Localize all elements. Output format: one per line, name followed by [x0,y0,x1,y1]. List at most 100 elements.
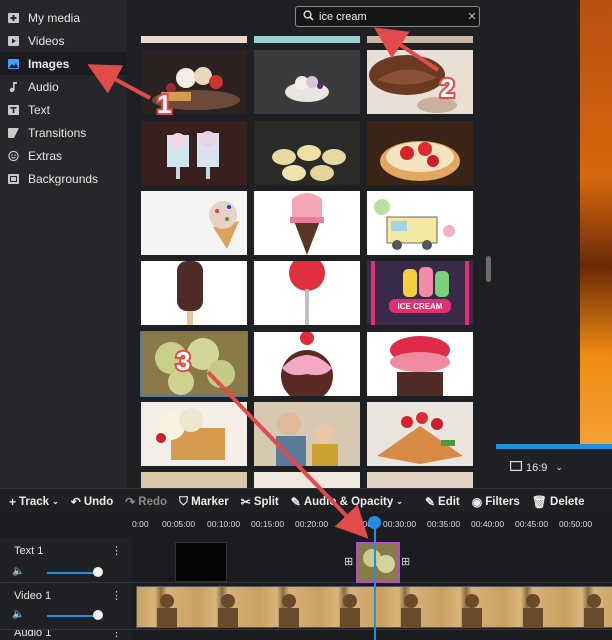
timeline-tracks: Text 1 ⋮ 🔈 Video 1 ⋮ 🔈 Audio 1 ⋮ ⊞ ⊞ [0,537,612,640]
track-menu-icon[interactable]: ⋮ [111,630,122,639]
timeline-toolbar: + Track ⌄ ↶ Undo ↷ Redo ⛉ Marker ✂ Split ✎ Audi… [0,488,612,514]
image-thumb-partial[interactable] [254,472,360,488]
ruler-tick: 00:40:00 [471,519,505,529]
sidebar-item-label: Extras [28,148,63,163]
speaker-icon[interactable]: 🔈 [12,566,24,577]
playhead-line[interactable] [374,521,376,640]
image-thumb[interactable] [367,121,473,185]
track-name: Audio 1 [14,630,52,639]
image-thumb[interactable] [141,402,247,466]
playhead-handle[interactable] [368,516,381,529]
redo-button[interactable]: ↷ Redo [119,495,173,509]
chevron-down-icon: ⌄ [52,497,59,506]
sidebar-item-label: My media [28,10,81,25]
ruler-tick: 00:15:00 [251,519,285,529]
sidebar-item-text[interactable]: Text [0,98,127,121]
volume-slider-knob[interactable] [93,610,103,620]
music-note-icon [8,81,19,92]
image-thumb[interactable] [141,50,247,114]
scissors-icon: ✂ [240,494,251,509]
redo-icon: ↷ [125,494,136,509]
filters-button[interactable]: ◉ Filters [466,495,526,509]
image-thumb[interactable]: ICE CREAM [367,261,473,325]
track-header-text-1: Text 1 ⋮ 🔈 [0,537,132,582]
image-thumb[interactable] [141,261,247,325]
insert-after-icon[interactable]: ⊞ [401,555,410,568]
image-thumb[interactable] [141,121,247,185]
image-gallery-panel: ice cream ✕ ICE CREAM [127,0,496,488]
play-square-icon [8,35,19,46]
chevron-down-icon: ⌄ [396,497,403,506]
sidebar-item-label: Text [28,102,51,117]
sidebar-item-label: Videos [28,33,65,48]
audio-opacity-button[interactable]: ✎ Audio & Opacity ⌄ [285,495,409,509]
image-thumb[interactable] [254,402,360,466]
text-icon [8,104,19,115]
sidebar-item-backgrounds[interactable]: Backgrounds [0,167,127,190]
image-thumb-pistachio[interactable] [140,331,248,397]
transition-icon [8,127,19,138]
ruler-tick: 00:10:00 [207,519,241,529]
image-thumb-partial[interactable] [141,36,247,43]
audio-opacity-label: Audio & Opacity [303,495,394,508]
image-thumb[interactable] [254,50,360,114]
sidebar-item-images[interactable]: Images [0,52,127,75]
image-thumb[interactable] [141,191,247,255]
ruler-tick: 00:50:00 [559,519,593,529]
sidebar-item-extras[interactable]: Extras [0,144,127,167]
image-thumb[interactable] [367,332,473,396]
track-menu-icon[interactable]: ⋮ [111,589,122,602]
undo-label: Undo [83,495,114,508]
edit-button[interactable]: ✎ Edit [419,495,466,509]
search-bar[interactable]: ice cream ✕ [295,6,480,27]
image-thumb-partial[interactable] [367,472,473,488]
delete-button[interactable]: 🗑 Delete [526,495,591,509]
image-thumb[interactable] [254,261,360,325]
track-header-audio-1: Audio 1 ⋮ [0,630,132,640]
insert-before-icon[interactable]: ⊞ [344,555,353,568]
background-icon [8,173,19,184]
track-menu-icon[interactable]: ⋮ [111,544,122,557]
image-thumb[interactable] [367,50,473,114]
sidebar-item-label: Transitions [28,125,87,140]
volume-slider-knob[interactable] [93,567,103,577]
close-icon[interactable]: ✕ [465,10,479,23]
gallery-scrollbar[interactable] [486,256,491,282]
search-icon [303,9,315,24]
image-thumb-partial[interactable] [141,472,247,488]
timeline-ruler[interactable]: 0:00 00:05:00 00:10:00 00:15:00 00:20:00… [0,513,612,537]
preview-progress-bar[interactable] [496,444,612,449]
image-thumb[interactable] [254,121,360,185]
track-header-video-1: Video 1 ⋮ 🔈 [0,583,132,629]
split-label: Split [253,495,279,508]
aspect-ratio-value: 16:9 [526,461,548,474]
split-button[interactable]: ✂ Split [235,495,285,509]
marker-button[interactable]: ⛉ Marker [173,494,235,509]
undo-icon: ↶ [70,494,81,509]
edit-label: Edit [438,495,460,508]
speaker-icon[interactable]: 🔈 [12,609,24,620]
image-thumb[interactable] [254,332,360,396]
sidebar-item-audio[interactable]: Audio [0,75,127,98]
track-button[interactable]: + Track ⌄ [0,495,65,509]
sidebar-item-my-media[interactable]: My media [0,6,127,29]
image-clip-selected[interactable] [356,542,400,583]
image-thumb-partial[interactable] [367,36,473,43]
track-name: Text 1 [14,545,44,557]
search-input[interactable]: ice cream [319,11,465,23]
plus-square-icon [8,12,19,23]
text-clip[interactable] [175,542,227,582]
aspect-ratio-dropdown[interactable]: 16:9 ⌄ [510,461,563,474]
image-thumb-partial[interactable] [254,36,360,43]
poster-text: ICE CREAM [398,302,443,311]
undo-button[interactable]: ↶ Undo [65,495,119,509]
sidebar-item-label: Backgrounds [28,171,99,186]
track-name: Video 1 [14,590,52,602]
image-thumb[interactable] [367,191,473,255]
trash-icon: 🗑 [531,494,548,509]
sidebar-item-transitions[interactable]: Transitions [0,121,127,144]
image-thumb[interactable] [367,402,473,466]
image-thumb[interactable] [254,191,360,255]
sidebar-item-videos[interactable]: Videos [0,29,127,52]
chevron-down-icon: ⌄ [555,462,563,472]
